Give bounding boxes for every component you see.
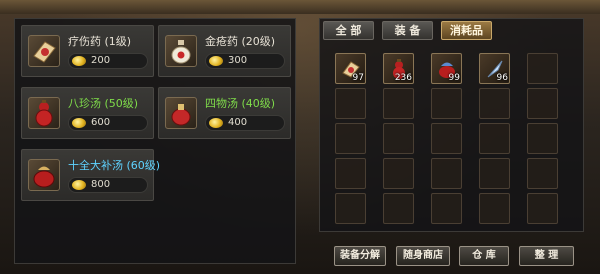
decompose-equipment-button[interactable]: 装备分解 [334, 246, 386, 266]
item-price: 400 [228, 117, 248, 128]
potion-bottle-icon [165, 35, 197, 67]
item-price: 600 [91, 117, 111, 128]
price-bar: 800 [68, 177, 148, 193]
inventory-slot-empty[interactable] [431, 158, 462, 189]
item-name: 金疮药 (20级) [205, 35, 276, 48]
inventory-slot-empty[interactable] [335, 123, 366, 154]
shop-item-shiquandabutang[interactable]: 十全大补汤 (60级) 800 [21, 149, 160, 201]
portable-shop-button[interactable]: 随身商店 [396, 246, 450, 266]
tab-consumables[interactable]: 消耗品 [441, 21, 492, 40]
item-count: 97 [352, 73, 364, 83]
item-name: 疗伤药 (1级) [68, 35, 132, 48]
inventory-panel: 全 部 装 备 消耗品 97 236 99 96 [319, 18, 584, 232]
item-count: 96 [496, 73, 508, 83]
inventory-slot-empty[interactable] [527, 88, 558, 119]
gold-coin-icon [72, 118, 86, 128]
gold-coin-icon [209, 56, 223, 66]
inventory-slot-empty[interactable] [335, 158, 366, 189]
arrange-button[interactable]: 整 理 [519, 246, 574, 266]
inventory-slot-empty[interactable] [479, 88, 510, 119]
red-gourd-icon [28, 97, 60, 129]
price-bar: 400 [205, 115, 285, 131]
item-count: 99 [448, 73, 460, 83]
inventory-slot-empty[interactable] [527, 53, 558, 84]
inventory-slot-empty[interactable] [479, 193, 510, 224]
inventory-slot-empty[interactable] [383, 123, 414, 154]
price-bar: 200 [68, 53, 148, 69]
inventory-slot-empty[interactable] [527, 123, 558, 154]
inventory-slot-empty[interactable] [431, 123, 462, 154]
inventory-slot-empty[interactable] [431, 88, 462, 119]
price-bar: 600 [68, 115, 148, 131]
scroll-medicine-icon [28, 35, 60, 67]
item-count: 236 [394, 73, 412, 83]
item-name: 四物汤 (40级) [205, 97, 276, 110]
inventory-slot-empty[interactable] [479, 123, 510, 154]
price-bar: 300 [205, 53, 285, 69]
inventory-slot-empty[interactable] [383, 88, 414, 119]
inventory-slot-filled[interactable]: 96 [479, 53, 510, 84]
item-name: 十全大补汤 (60级) [68, 159, 161, 172]
tab-all[interactable]: 全 部 [323, 21, 374, 40]
warehouse-button[interactable]: 仓 库 [459, 246, 509, 266]
red-bag-icon [28, 159, 60, 191]
item-price: 200 [91, 55, 111, 66]
gold-coin-icon [72, 56, 86, 66]
shop-item-liaoshangyao[interactable]: 疗伤药 (1级) 200 [21, 25, 154, 77]
shop-panel: 疗伤药 (1级) 200 金疮药 (20级) 300 八珍汤 (50级) 600… [14, 18, 296, 264]
inventory-slot-filled[interactable]: 97 [335, 53, 366, 84]
inventory-slot-filled[interactable]: 236 [383, 53, 414, 84]
inventory-slot-filled[interactable]: 99 [431, 53, 462, 84]
inventory-slot-empty[interactable] [527, 158, 558, 189]
inventory-slot-empty[interactable] [431, 193, 462, 224]
inventory-slot-empty[interactable] [479, 158, 510, 189]
inventory-slot-empty[interactable] [527, 193, 558, 224]
inventory-slot-empty[interactable] [335, 193, 366, 224]
item-price: 300 [228, 55, 248, 66]
gold-coin-icon [72, 180, 86, 190]
tab-equipment[interactable]: 装 备 [382, 21, 433, 40]
shop-item-siwutang[interactable]: 四物汤 (40级) 400 [158, 87, 291, 139]
inventory-slot-empty[interactable] [383, 158, 414, 189]
item-name: 八珍汤 (50级) [68, 97, 139, 110]
gold-coin-icon [209, 118, 223, 128]
item-price: 800 [91, 179, 111, 190]
inventory-slot-empty[interactable] [335, 88, 366, 119]
inventory-slot-empty[interactable] [383, 193, 414, 224]
top-banner [0, 0, 600, 14]
shop-item-jinchuangyao[interactable]: 金疮药 (20级) 300 [158, 25, 291, 77]
shop-item-bazhentang[interactable]: 八珍汤 (50级) 600 [21, 87, 154, 139]
red-pouch-icon [165, 97, 197, 129]
